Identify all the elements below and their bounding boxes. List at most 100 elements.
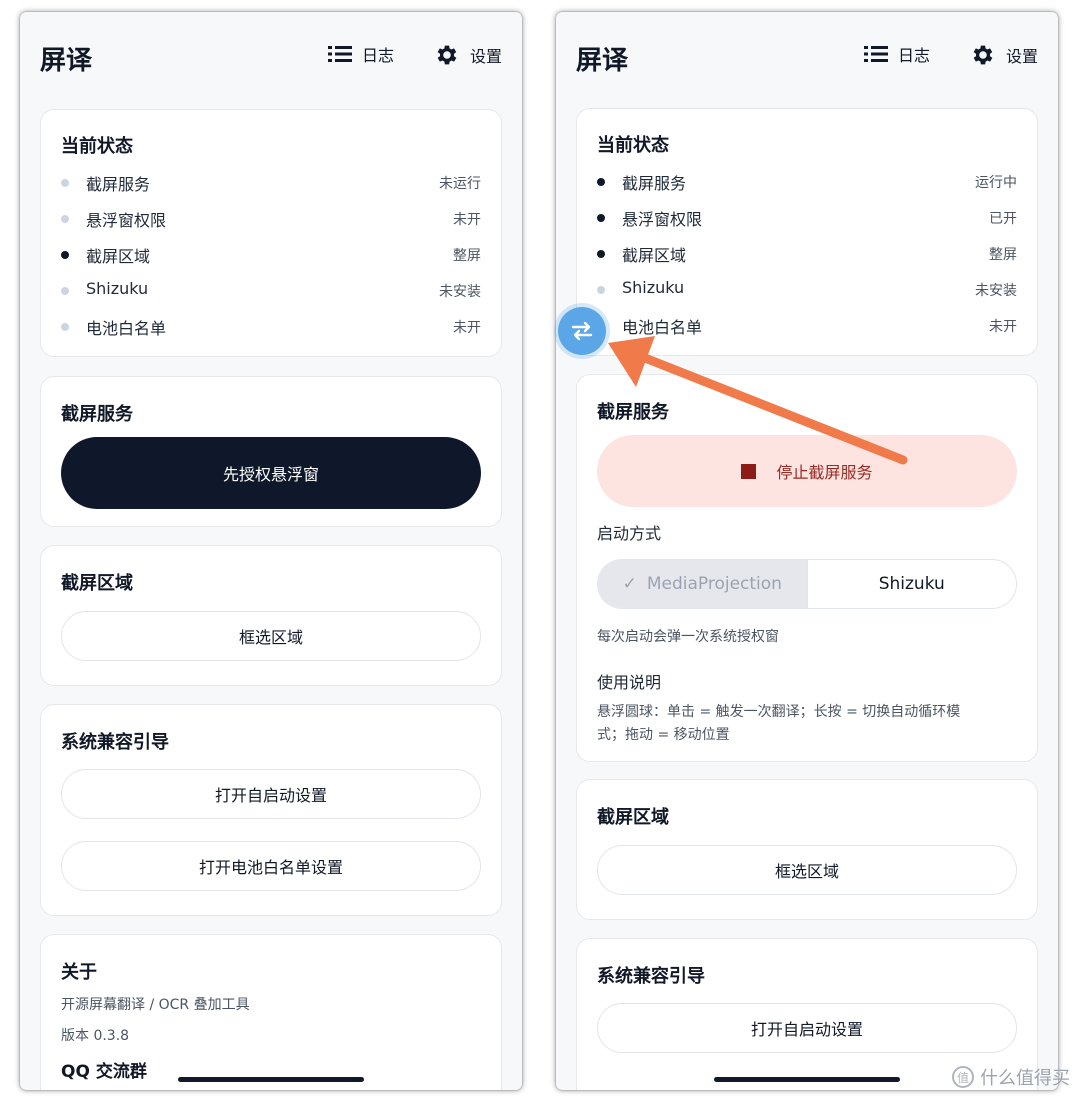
status-value: 运行中: [975, 175, 1017, 191]
status-value: 已开: [989, 211, 1017, 227]
home-indicator: [714, 1077, 900, 1082]
check-icon: ✓: [622, 574, 637, 594]
status-dot: [61, 323, 69, 331]
capture-service-card: 截屏服务 先授权悬浮窗: [40, 376, 502, 527]
status-row-capture-region: 截屏区域 整屏: [61, 243, 481, 267]
autostart-settings-button[interactable]: 打开自启动设置: [597, 1003, 1017, 1053]
app-header: 屏译 日志 设置: [556, 12, 1058, 102]
log-button[interactable]: 日志: [327, 42, 394, 66]
capture-region-card: 截屏区域 框选区域: [40, 545, 502, 686]
status-name: 电池白名单: [622, 318, 703, 337]
status-value: 未开: [453, 212, 481, 228]
status-dot: [597, 286, 605, 294]
swap-arrows-icon: [571, 321, 593, 341]
status-row-capture-service: 截屏服务 未运行: [61, 171, 481, 195]
select-region-button[interactable]: 框选区域: [61, 611, 481, 661]
gear-icon: [973, 45, 993, 65]
mode-shizuku[interactable]: Shizuku: [806, 560, 1017, 608]
status-name: 电池白名单: [86, 319, 167, 338]
log-label: 日志: [361, 46, 394, 65]
status-name: 截屏服务: [622, 174, 687, 193]
status-row-battery-whitelist: 电池白名单 未开: [61, 315, 481, 339]
mode-label: Shizuku: [878, 574, 945, 594]
log-label: 日志: [897, 46, 930, 65]
status-value: 整屏: [989, 247, 1017, 263]
status-value: 未安装: [975, 283, 1017, 299]
mode-mediaprojection[interactable]: ✓ MediaProjection: [598, 560, 807, 608]
status-name: 悬浮窗权限: [622, 210, 703, 229]
card-title: 当前状态: [597, 135, 669, 156]
floating-translate-ball[interactable]: [558, 307, 606, 355]
status-dot: [61, 215, 69, 223]
watermark-text: 什么值得买: [980, 1068, 1070, 1089]
autostart-settings-button[interactable]: 打开自启动设置: [61, 769, 481, 819]
launch-mode-label: 启动方式: [597, 524, 662, 543]
card-title: 关于: [61, 962, 97, 983]
stop-capture-button[interactable]: 停止截屏服务: [597, 435, 1017, 507]
list-icon: [863, 46, 888, 62]
qq-group-link[interactable]: QQ 交流群: [61, 1057, 147, 1082]
log-button[interactable]: 日志: [863, 42, 930, 66]
settings-label: 设置: [469, 47, 502, 66]
card-title: 截屏服务: [597, 402, 669, 423]
stop-square-icon: [741, 463, 757, 479]
app-title: 屏译: [40, 46, 93, 76]
gear-icon: [437, 45, 457, 65]
capture-region-card: 截屏区域 框选区域: [576, 779, 1038, 920]
status-name: Shizuku: [622, 278, 685, 297]
usage-text-line-1: 悬浮圆球：单击 = 触发一次翻译；长按 = 切换自动循环模: [597, 704, 961, 720]
usage-text-line-2: 式；拖动 = 移动位置: [597, 727, 730, 743]
home-indicator: [178, 1077, 364, 1082]
status-value: 未运行: [439, 176, 481, 192]
usage-label: 使用说明: [597, 673, 662, 692]
status-name: 截屏服务: [86, 175, 151, 194]
settings-button[interactable]: 设置: [970, 42, 1038, 68]
status-name: Shizuku: [86, 279, 149, 298]
stop-capture-label: 停止截屏服务: [776, 463, 873, 482]
status-row-overlay-permission: 悬浮窗权限 已开: [597, 206, 1017, 230]
status-row-capture-region: 截屏区域 整屏: [597, 242, 1017, 266]
authorize-overlay-button[interactable]: 先授权悬浮窗: [61, 437, 481, 509]
status-value: 整屏: [453, 248, 481, 264]
app-title: 屏译: [576, 46, 629, 76]
launch-mode-selector: ✓ MediaProjection Shizuku: [597, 559, 1017, 609]
card-title: 截屏区域: [597, 807, 669, 828]
status-name: 截屏区域: [622, 246, 687, 265]
status-dot: [597, 178, 605, 186]
mode-hint: 每次启动会弹一次系统授权窗: [597, 629, 779, 645]
about-description: 开源屏幕翻译 / OCR 叠加工具: [61, 997, 250, 1013]
status-name: 悬浮窗权限: [86, 211, 167, 230]
status-dot: [61, 251, 69, 259]
list-icon: [327, 46, 352, 62]
status-dot: [597, 214, 605, 222]
watermark-logo-icon: 值: [952, 1066, 974, 1088]
status-dot: [61, 179, 69, 187]
card-title: 截屏服务: [61, 404, 133, 425]
status-row-capture-service: 截屏服务 运行中: [597, 170, 1017, 194]
settings-button[interactable]: 设置: [434, 42, 502, 68]
status-value: 未开: [453, 320, 481, 336]
settings-label: 设置: [1005, 47, 1038, 66]
status-row-shizuku: Shizuku 未安装: [61, 279, 481, 303]
status-card: 当前状态 截屏服务 未运行 悬浮窗权限 未开 截屏区域 整屏 Shizuku 未…: [40, 109, 502, 357]
card-title: 系统兼容引导: [61, 732, 169, 753]
watermark: 值 什么值得买: [952, 1064, 1070, 1090]
phone-screen-left: 屏译 日志 设置 当前状态 截屏服务 未运行 悬浮窗权限 未开 截屏区域 整屏 …: [20, 12, 522, 1090]
card-title: 系统兼容引导: [597, 966, 705, 987]
card-title: 截屏区域: [61, 573, 133, 594]
status-row-battery-whitelist: 电池白名单 未开: [597, 314, 1017, 338]
about-card: 关于 开源屏幕翻译 / OCR 叠加工具 版本 0.3.8 QQ 交流群: [40, 934, 502, 1090]
card-title: 当前状态: [61, 136, 133, 157]
status-row-shizuku: Shizuku 未安装: [597, 278, 1017, 302]
status-row-overlay-permission: 悬浮窗权限 未开: [61, 207, 481, 231]
app-header: 屏译 日志 设置: [20, 12, 522, 102]
version-text: 版本 0.3.8: [61, 1028, 130, 1044]
compat-guide-card: 系统兼容引导 打开自启动设置 打开电池白名单设置: [40, 704, 502, 916]
phone-screen-right: 屏译 日志 设置 当前状态 截屏服务 运行中 悬浮窗权限 已开 截屏区域 整屏 …: [556, 12, 1058, 1090]
select-region-button[interactable]: 框选区域: [597, 845, 1017, 895]
battery-whitelist-settings-button[interactable]: 打开电池白名单设置: [61, 841, 481, 891]
status-dot: [597, 250, 605, 258]
status-dot: [61, 287, 69, 295]
status-value: 未开: [989, 319, 1017, 335]
capture-service-card: 截屏服务 停止截屏服务 启动方式 ✓ MediaProjection Shizu…: [576, 374, 1038, 762]
